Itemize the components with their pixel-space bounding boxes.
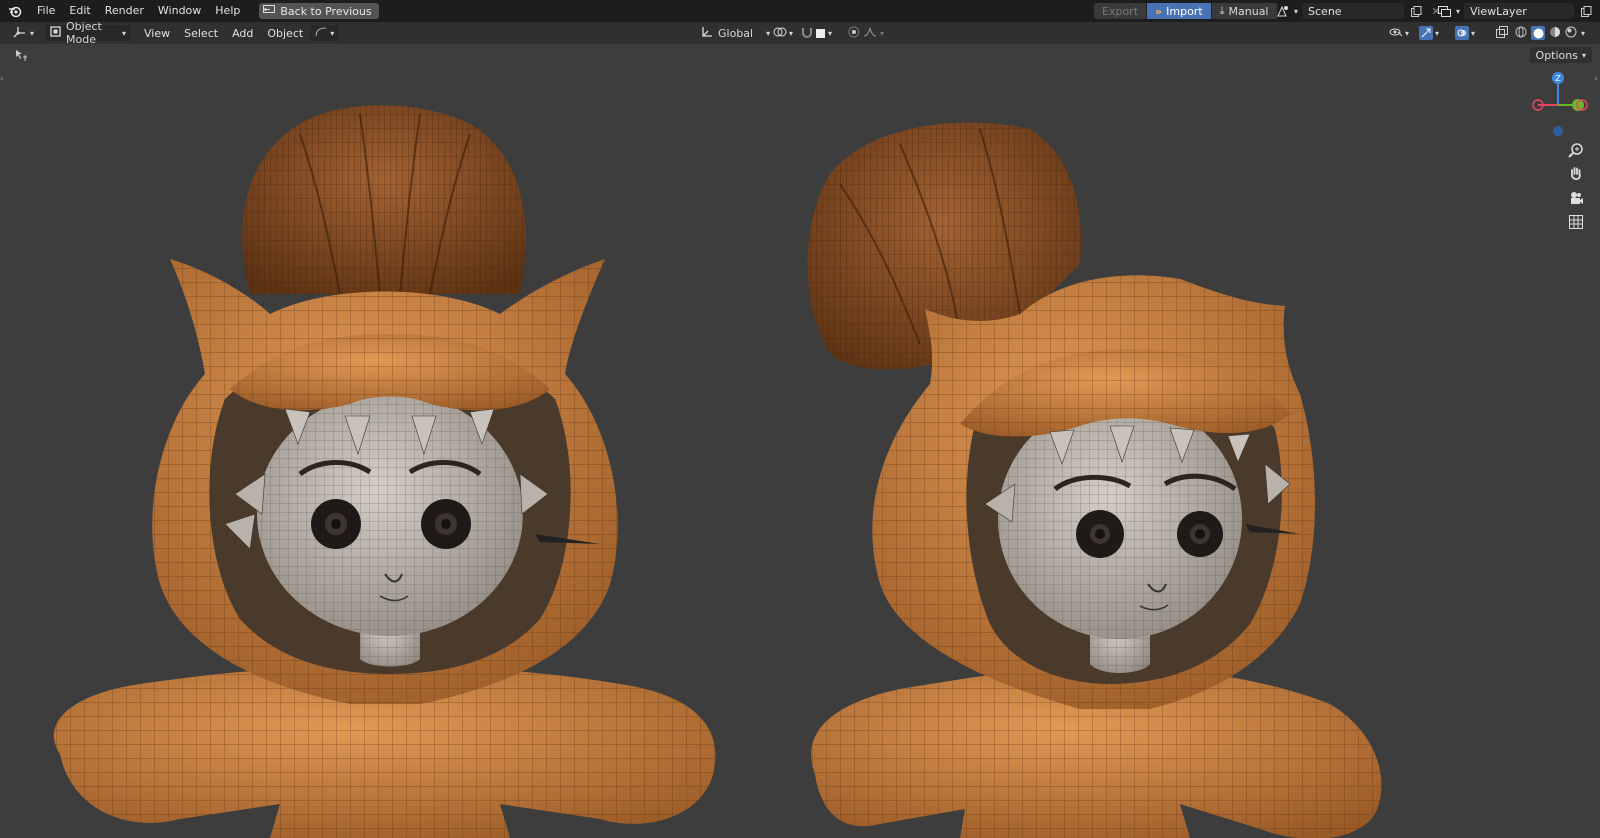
viewport-header: ▾ Object Mode ▾ View Select Add Object ▾… — [0, 20, 1600, 46]
back-to-previous-label: Back to Previous — [280, 4, 372, 18]
gpencil-button[interactable]: ▾ — [310, 25, 340, 41]
orientation-icon — [701, 26, 713, 41]
chevron-down-icon: ▾ — [1456, 6, 1461, 16]
scene-icon[interactable] — [1274, 3, 1290, 19]
manual-label: Manual — [1228, 4, 1269, 18]
transform-orientation-dropdown[interactable]: Global ▾ — [696, 25, 775, 41]
menu-help[interactable]: Help — [208, 0, 247, 22]
import-button[interactable]: » Import — [1147, 3, 1212, 19]
new-scene-icon[interactable] — [1408, 3, 1424, 19]
blender-logo-icon[interactable] — [0, 0, 30, 22]
curve-icon — [315, 27, 327, 40]
gizmo-icon — [1419, 26, 1433, 40]
camera-icon[interactable] — [1566, 188, 1586, 208]
chevron-down-icon: ▾ — [880, 28, 885, 38]
snap-target-icon — [816, 28, 825, 38]
io-button-group: Export » Import ⤓ Manual — [1094, 3, 1278, 19]
menu-file[interactable]: File — [30, 0, 62, 22]
wireframe-shading-icon[interactable] — [1515, 26, 1527, 41]
view-layer-selector: ▾ ViewLayer ✕ — [1436, 3, 1600, 19]
xray-icon — [1496, 25, 1508, 41]
zoom-icon[interactable] — [1566, 140, 1586, 160]
download-icon: ⤓ — [1219, 4, 1225, 17]
top-bar: File Edit Render Window Help Back to Pre… — [0, 0, 1600, 22]
grid-perspective-icon[interactable] — [1566, 212, 1586, 232]
front-view-character — [53, 105, 716, 838]
eye-pointer-icon — [1389, 26, 1403, 41]
pivot-point-dropdown[interactable]: ▾ — [768, 25, 798, 41]
import-label: Import — [1166, 4, 1203, 18]
3d-viewport-icon — [13, 26, 27, 41]
scene-name: Scene — [1308, 4, 1342, 18]
overlays-icon — [1455, 26, 1469, 40]
proportional-icon — [848, 26, 860, 41]
falloff-icon — [863, 27, 877, 40]
chevron-down-icon: ▾ — [789, 28, 794, 38]
three-quarter-view-character — [807, 122, 1382, 838]
view-layer-field[interactable]: ViewLayer — [1464, 3, 1575, 19]
selectability-visibility-dropdown[interactable]: ▾ — [1384, 25, 1414, 41]
chevron-down-icon: ▾ — [828, 28, 833, 38]
back-to-previous-button[interactable]: Back to Previous — [259, 3, 379, 19]
editor-type-button[interactable]: ▾ — [8, 25, 39, 41]
export-button[interactable]: Export — [1094, 3, 1148, 19]
mode-dropdown[interactable]: Object Mode ▾ — [45, 20, 132, 46]
magnet-icon — [801, 26, 813, 41]
chevron-down-icon: ▾ — [1581, 50, 1586, 60]
snap-toggle[interactable]: ▾ — [796, 25, 837, 41]
view-layer-name: ViewLayer — [1470, 4, 1527, 18]
menu-edit[interactable]: Edit — [62, 0, 97, 22]
3d-viewport[interactable]: › ‹ Options ▾ Z — [0, 44, 1600, 838]
options-dropdown[interactable]: Options ▾ — [1529, 47, 1592, 63]
gizmo-toggle[interactable]: ▾ — [1414, 25, 1444, 41]
menu-select[interactable]: Select — [177, 27, 225, 40]
screen-icon — [263, 4, 276, 18]
scene-name-field[interactable]: Scene — [1302, 3, 1405, 19]
proportional-editing-toggle[interactable]: ▾ — [843, 25, 889, 41]
shading-mode-group: ▾ — [1510, 25, 1590, 41]
menu-view[interactable]: View — [137, 27, 177, 40]
solid-shading-icon[interactable] — [1531, 26, 1545, 40]
chevron-down-icon: ▾ — [30, 28, 35, 38]
chevron-down-icon: ▾ — [122, 28, 127, 38]
pivot-icon — [773, 26, 787, 41]
manual-button[interactable]: ⤓ Manual — [1211, 3, 1278, 19]
navigation-gizmo[interactable]: Z — [1523, 70, 1593, 140]
menu-add[interactable]: Add — [225, 27, 260, 40]
chevron-down-icon: ▾ — [1294, 6, 1299, 16]
material-shading-icon[interactable] — [1549, 26, 1561, 41]
gizmo-z-label: Z — [1555, 74, 1561, 83]
import-icon: » — [1155, 4, 1163, 18]
rendered-shading-icon[interactable] — [1565, 26, 1577, 41]
mode-label: Object Mode — [66, 20, 102, 46]
options-label: Options — [1535, 48, 1578, 62]
chevron-down-icon: ▾ — [1471, 28, 1476, 38]
menu-render[interactable]: Render — [98, 0, 151, 22]
menu-window[interactable]: Window — [151, 0, 208, 22]
overlays-toggle[interactable]: ▾ — [1450, 25, 1480, 41]
pan-hand-icon[interactable] — [1566, 164, 1586, 184]
chevron-down-icon: ▾ — [1405, 28, 1410, 38]
chevron-down-icon: ▾ — [1581, 28, 1586, 38]
chevron-down-icon: ▾ — [1435, 28, 1440, 38]
scene-selector: ▾ Scene ✕ — [1274, 3, 1444, 19]
chevron-down-icon: ▾ — [330, 28, 335, 38]
new-view-layer-icon[interactable] — [1578, 3, 1594, 19]
character-model-render — [53, 105, 1382, 838]
orientation-label: Global — [718, 26, 754, 40]
export-label: Export — [1102, 4, 1139, 18]
view-layer-icon[interactable] — [1436, 3, 1452, 19]
object-mode-icon — [50, 26, 61, 40]
menu-object[interactable]: Object — [260, 27, 310, 40]
